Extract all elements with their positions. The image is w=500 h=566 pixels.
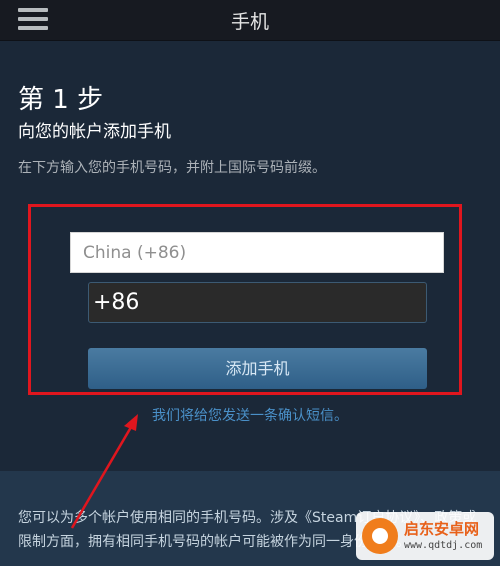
top-bar: 手机 — [0, 0, 500, 41]
page-title: 手机 — [230, 11, 269, 33]
watermark-name: 启东安卓网 — [404, 520, 480, 538]
phone-number-input[interactable] — [88, 282, 427, 323]
main-content: 第 1 步 向您的帐户添加手机 在下方输入您的手机号码，并附上国际号码前缀。 C… — [0, 41, 500, 471]
step-title: 第 1 步 — [18, 85, 104, 115]
instruction-text: 在下方输入您的手机号码，并附上国际号码前缀。 — [18, 160, 326, 176]
watermark-logo-icon — [362, 518, 398, 554]
add-phone-button[interactable]: 添加手机 — [88, 348, 427, 389]
site-watermark: 启东安卓网 www.qdtdj.com — [356, 512, 494, 560]
step-subtitle: 向您的帐户添加手机 — [18, 122, 171, 142]
watermark-url: www.qdtdj.com — [404, 540, 483, 551]
confirmation-note: 我们将给您发送一条确认短信。 — [152, 408, 348, 424]
country-code-select[interactable]: China (+86) — [70, 232, 444, 273]
